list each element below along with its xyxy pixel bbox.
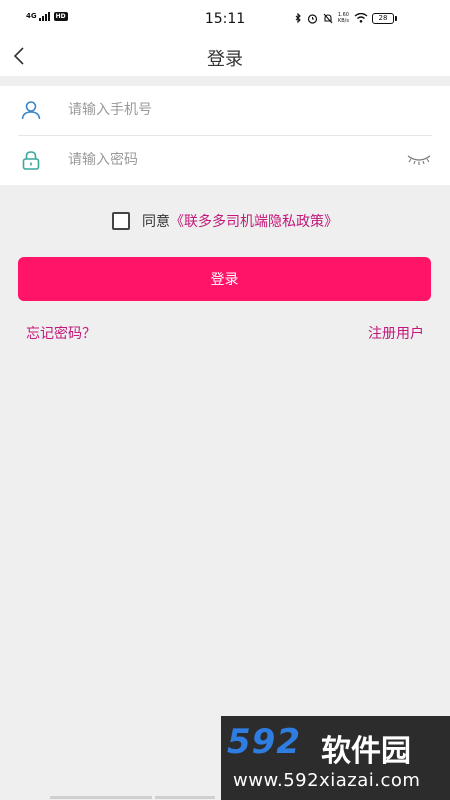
password-input[interactable] (68, 148, 388, 172)
user-icon (21, 101, 41, 120)
battery-level: 28 (378, 14, 388, 22)
site-watermark: 592 软件园 www.592xiazai.com (221, 716, 450, 800)
login-button[interactable]: 登录 (18, 257, 431, 301)
agree-checkbox[interactable] (112, 212, 130, 230)
alarm-icon (307, 13, 317, 24)
page-title: 登录 (207, 49, 243, 70)
agreement-row: 同意 《联多多司机端隐私政策》 (0, 210, 450, 232)
phone-row (0, 86, 450, 136)
password-row (0, 136, 450, 185)
agree-text: 同意 (142, 214, 170, 230)
privacy-policy-link[interactable]: 《联多多司机端隐私政策》 (170, 211, 338, 231)
speed-unit: KB/s (337, 18, 349, 24)
watermark-logo-text: 软件园 (321, 734, 411, 769)
eye-closed-icon[interactable] (406, 151, 432, 167)
login-form (0, 86, 450, 185)
forgot-password-link[interactable]: 忘记密码？ (26, 323, 96, 343)
watermark-url: www.592xiazai.com (233, 770, 421, 791)
gesture-bar (50, 796, 152, 799)
phone-input[interactable] (68, 98, 388, 122)
nav-bar: 登录 (0, 38, 450, 76)
wifi-icon (354, 13, 368, 23)
bluetooth-icon (295, 12, 301, 23)
watermark-logo-number: 592 (227, 722, 301, 762)
lock-icon (22, 151, 40, 170)
battery-icon: 28 (372, 13, 394, 24)
status-bar: 4G HD 15:11 1.60 KB/s 28 (0, 0, 450, 38)
mute-bell-icon (323, 13, 333, 23)
network-speed: 1.60 KB/s (338, 12, 349, 24)
battery-tip (395, 16, 397, 21)
status-icons: 1.60 KB/s (295, 12, 368, 24)
register-link[interactable]: 注册用户 (368, 323, 424, 343)
gesture-bar-segment (155, 796, 215, 799)
